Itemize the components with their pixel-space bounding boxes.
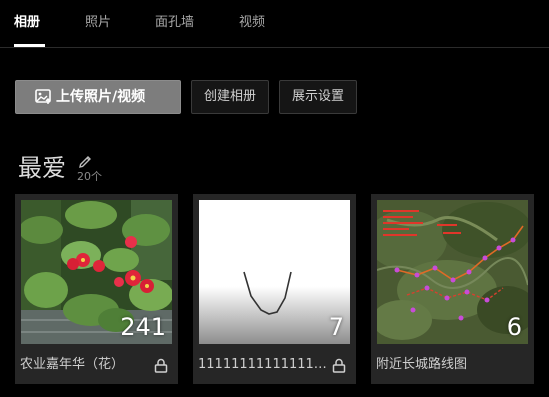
album-photo-count: 7 bbox=[328, 313, 344, 341]
album-item-count: 20个 bbox=[77, 170, 102, 183]
display-settings-button[interactable]: 展示设置 bbox=[279, 80, 357, 114]
album-cover-image: 7 bbox=[199, 200, 350, 344]
album-name: 11111111111111111... bbox=[198, 357, 328, 372]
album-card[interactable]: 241 农业嘉年华（花） bbox=[15, 194, 178, 384]
upload-button[interactable]: 上传照片/视频 bbox=[15, 80, 181, 114]
tab-albums[interactable]: 相册 bbox=[14, 14, 40, 34]
tab-photos[interactable]: 照片 bbox=[85, 14, 111, 34]
tab-bar: 相册 照片 面孔墙 视频 bbox=[0, 0, 549, 48]
album-cover-image: 241 bbox=[21, 200, 172, 344]
pencil-icon[interactable] bbox=[77, 154, 93, 170]
album-card[interactable]: 6 附近长城路线图 bbox=[371, 194, 534, 384]
album-page: 相册 照片 面孔墙 视频 上传照片/视频 创建相册 展示设置 最爱 20个 24… bbox=[0, 0, 549, 397]
album-name: 农业嘉年华（花） bbox=[20, 357, 125, 372]
upload-button-label: 上传照片/视频 bbox=[56, 89, 146, 105]
lock-icon bbox=[332, 358, 346, 373]
album-photo-count: 241 bbox=[120, 313, 166, 341]
create-album-button[interactable]: 创建相册 bbox=[191, 80, 269, 114]
tab-videos[interactable]: 视频 bbox=[239, 14, 265, 34]
album-name: 附近长城路线图 bbox=[376, 357, 468, 372]
lock-icon bbox=[154, 358, 168, 373]
active-tab-indicator bbox=[14, 44, 45, 47]
album-cover-image: 6 bbox=[377, 200, 528, 344]
upload-image-icon bbox=[35, 89, 51, 104]
album-title: 最爱 bbox=[18, 154, 66, 182]
tab-face-wall[interactable]: 面孔墙 bbox=[155, 14, 194, 34]
album-card[interactable]: 7 11111111111111111... bbox=[193, 194, 356, 384]
album-photo-count: 6 bbox=[506, 313, 522, 341]
